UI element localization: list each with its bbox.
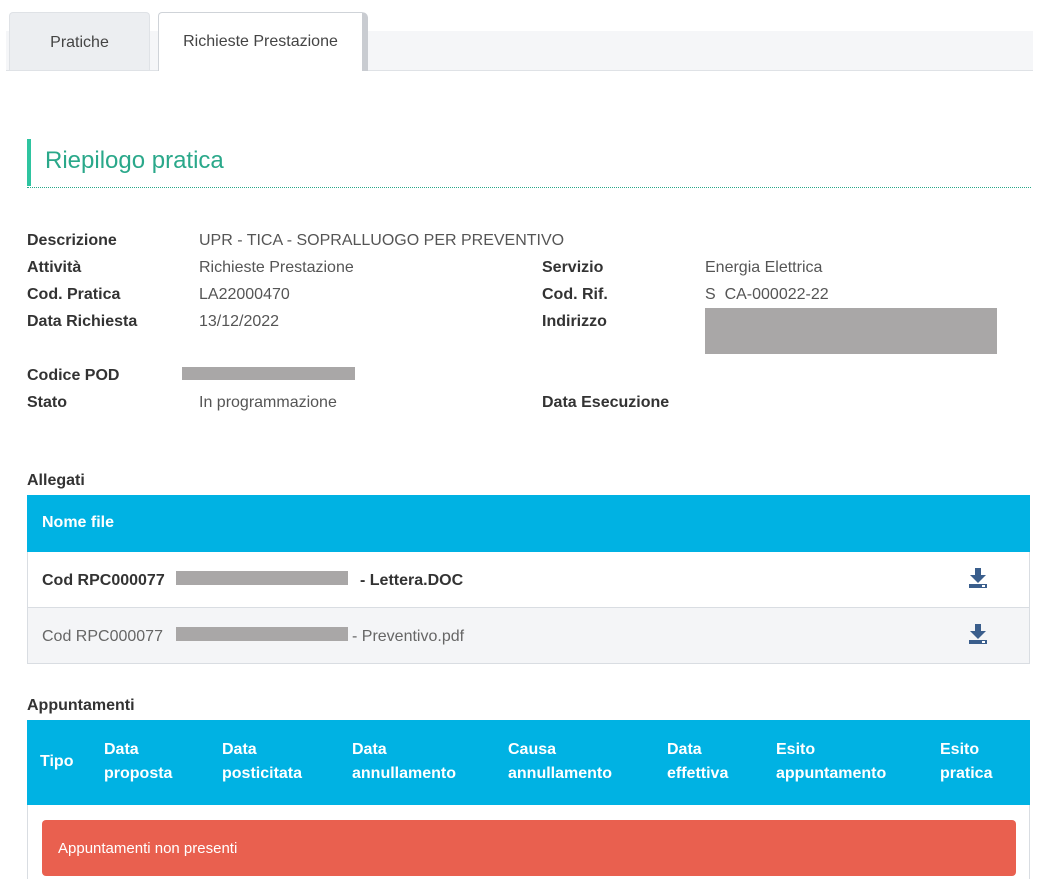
value-data-richiesta: 13/12/2022: [199, 313, 280, 330]
title-divider: [27, 187, 1031, 188]
column-line: appuntamento: [776, 765, 887, 782]
allegati-heading: Allegati: [27, 472, 85, 489]
attachment-row[interactable]: Cod RPC000077 - Preventivo.pdf: [27, 608, 1030, 664]
value-cod-rif: S CA-000022-22: [705, 286, 829, 303]
column-line: Causa: [508, 741, 557, 758]
label-data-richiesta: Data Richiesta: [27, 313, 138, 330]
value-servizio: Energia Elettrica: [705, 259, 823, 276]
download-icon[interactable]: [967, 622, 989, 646]
column-line: Data: [222, 741, 257, 758]
column-line: posticitata: [222, 765, 303, 782]
attachment-row[interactable]: Cod RPC000077 - Lettera.DOC: [27, 552, 1030, 608]
column-line: annullamento: [352, 765, 457, 782]
label-attivita: Attività: [27, 259, 82, 276]
page-title: Riepilogo pratica: [45, 147, 224, 174]
column-data-proposta: Data proposta: [104, 738, 172, 786]
value-attivita: Richieste Prestazione: [199, 259, 354, 276]
column-nome-file: Nome file: [42, 514, 115, 531]
appuntamenti-table-header: Tipo Data proposta Data posticitata Data…: [27, 720, 1030, 805]
attachment-suffix: - Lettera.DOC: [360, 572, 464, 589]
label-codice-pod: Codice POD: [27, 367, 120, 384]
column-esito-appuntamento: Esito appuntamento: [776, 738, 886, 786]
label-descrizione: Descrizione: [27, 232, 117, 249]
title-accent-bar: [27, 139, 31, 186]
column-line: Data: [104, 741, 139, 758]
label-stato: Stato: [27, 394, 67, 411]
value-cod-pratica: LA22000470: [199, 286, 290, 303]
column-tipo: Tipo: [40, 753, 74, 770]
download-icon[interactable]: [967, 566, 989, 590]
tab-label: Pratiche: [50, 34, 109, 51]
redacted-codice-pod: [182, 367, 355, 380]
attachment-code: Cod RPC000077: [42, 572, 165, 589]
label-servizio: Servizio: [542, 259, 604, 276]
label-cod-pratica: Cod. Pratica: [27, 286, 121, 303]
appuntamenti-heading: Appuntamenti: [27, 697, 135, 714]
redacted-attachment-name: [176, 571, 348, 585]
column-data-posticipata: Data posticitata: [222, 738, 302, 786]
column-line: Esito: [776, 741, 816, 758]
attachment-code: Cod RPC000077: [42, 628, 163, 645]
attachment-suffix: - Preventivo.pdf: [352, 628, 465, 645]
column-data-effettiva: Data effettiva: [667, 738, 728, 786]
column-line: effettiva: [667, 765, 729, 782]
column-line: annullamento: [508, 765, 613, 782]
column-causa-annullamento: Causa annullamento: [508, 738, 612, 786]
allegati-table-header: Nome file: [27, 495, 1030, 552]
label-cod-rif: Cod. Rif.: [542, 286, 608, 303]
tab-pratiche[interactable]: Pratiche: [9, 12, 150, 70]
column-line: Data: [352, 741, 387, 758]
column-line: pratica: [940, 765, 993, 782]
column-esito-pratica: Esito pratica: [940, 738, 992, 786]
tab-richieste-prestazione[interactable]: Richieste Prestazione: [158, 12, 368, 71]
alert-message: Appuntamenti non presenti: [58, 840, 238, 857]
column-line: proposta: [104, 765, 173, 782]
label-data-esecuzione: Data Esecuzione: [542, 394, 670, 411]
value-stato: In programmazione: [199, 394, 337, 411]
tab-label: Richieste Prestazione: [183, 33, 338, 50]
column-line: Data: [667, 741, 702, 758]
empty-appointments-alert: Appuntamenti non presenti: [42, 820, 1016, 876]
column-data-annullamento: Data annullamento: [352, 738, 456, 786]
value-descrizione: UPR - TICA - SOPRALLUOGO PER PREVENTIVO: [199, 232, 565, 249]
label-indirizzo: Indirizzo: [542, 313, 607, 330]
column-line: Esito: [940, 741, 980, 758]
redacted-attachment-name: [176, 627, 348, 641]
redacted-indirizzo: [705, 308, 997, 354]
